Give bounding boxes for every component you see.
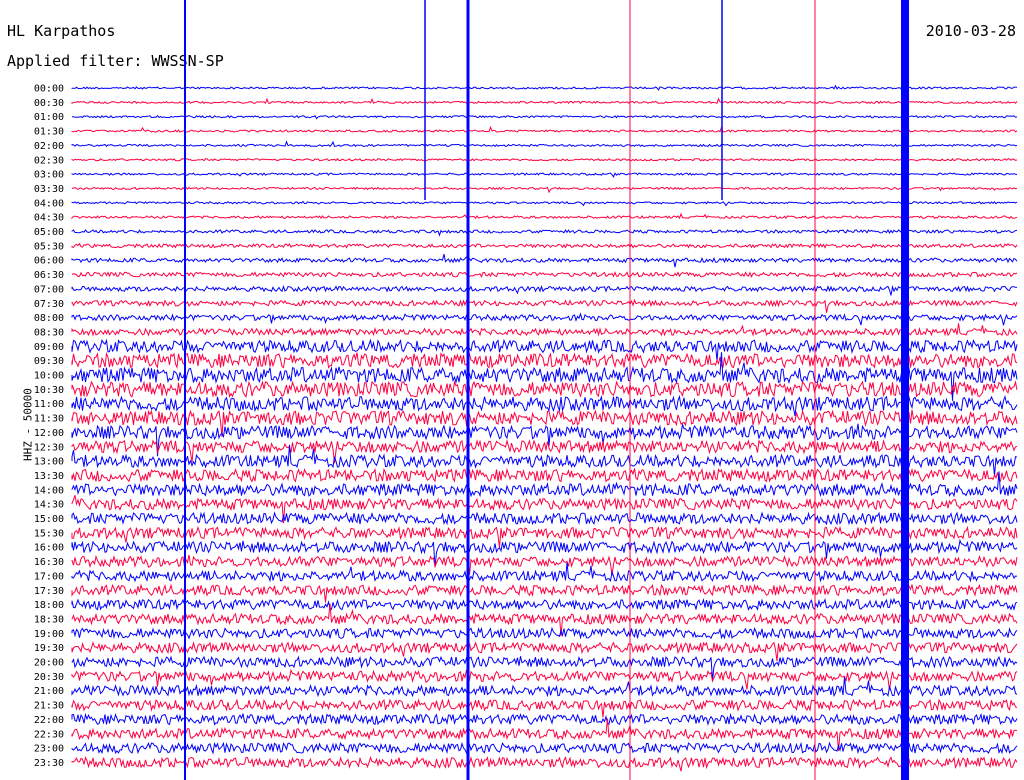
y-tick-label: 02:30: [34, 155, 64, 166]
trace-line: [71, 467, 1018, 483]
trace-line: [71, 677, 1018, 698]
trace-line: [71, 84, 1018, 91]
trace-line: [71, 97, 1018, 105]
trace-line: [71, 323, 1018, 337]
trace-line: [72, 114, 1018, 120]
y-tick-label: 13:30: [34, 471, 64, 482]
y-tick-label: 20:30: [34, 672, 64, 683]
y-tick-label: 16:30: [34, 557, 64, 568]
trace-line: [71, 312, 1018, 326]
trace-line: [71, 200, 1018, 207]
trace-line: [71, 242, 1018, 249]
y-tick-label: 19:30: [34, 643, 64, 654]
trace-line: [71, 755, 1018, 772]
y-tick-label: 03:00: [34, 170, 64, 181]
y-tick-label: 21:00: [34, 686, 64, 697]
y-tick-label: 05:30: [34, 241, 64, 252]
y-tick-label: 04:00: [34, 198, 64, 209]
y-tick-label: 03:30: [34, 184, 64, 195]
trace-line: [71, 597, 1018, 612]
trace-line: [71, 284, 1018, 296]
y-tick-label: 02:00: [34, 141, 64, 152]
y-tick-label: 17:00: [34, 571, 64, 582]
trace-line: [71, 212, 1018, 220]
trace-line: [71, 271, 1018, 278]
trace-line: [71, 298, 1018, 313]
y-tick-label: 00:00: [34, 84, 64, 95]
y-tick-label: 13:00: [34, 457, 64, 468]
y-tick-label: 07:00: [34, 284, 64, 295]
y-tick-label: 14:00: [34, 485, 64, 496]
y-tick-label: 22:00: [34, 715, 64, 726]
y-tick-label: 14:30: [34, 500, 64, 511]
trace-line: [71, 186, 1018, 194]
y-tick-label: 19:00: [34, 629, 64, 640]
y-tick-label: 09:30: [34, 356, 64, 367]
trace-line: [71, 668, 1018, 691]
y-tick-label: 06:00: [34, 256, 64, 267]
trace-line: [71, 712, 1018, 727]
trace-line: [71, 525, 1018, 548]
trace-line: [71, 603, 1018, 637]
y-tick-label: 23:30: [34, 758, 64, 769]
y-tick-label: 18:30: [34, 614, 64, 625]
y-tick-label: 18:00: [34, 600, 64, 611]
trace-line: [71, 698, 1018, 718]
trace-line: [71, 338, 1018, 362]
y-tick-label: 20:00: [34, 658, 64, 669]
y-tick-label: 10:00: [34, 371, 64, 382]
trace-line: [71, 253, 1018, 268]
trace-line: [71, 140, 1018, 148]
y-tick-label: 05:00: [34, 227, 64, 238]
trace-line: [71, 351, 1018, 370]
y-tick-label: 22:30: [34, 729, 64, 740]
trace-line: [71, 511, 1018, 526]
y-tick-label: 00:30: [34, 98, 64, 109]
y-tick-label: 08:00: [34, 313, 64, 324]
y-tick-label: 11:00: [34, 399, 64, 410]
trace-line: [71, 641, 1018, 662]
y-tick-label: 15:00: [34, 514, 64, 525]
y-tick-label: 16:00: [34, 543, 64, 554]
y-tick-label: 12:00: [34, 428, 64, 439]
y-tick-label: 08:30: [34, 327, 64, 338]
y-tick-label: 07:30: [34, 299, 64, 310]
trace-line: [71, 125, 1018, 133]
trace-line: [71, 380, 1018, 399]
y-tick-label: 06:30: [34, 270, 64, 281]
y-tick-label: 12:30: [34, 442, 64, 453]
y-tick-label: 04:30: [34, 213, 64, 224]
trace-line: [71, 741, 1018, 755]
y-tick-label: 23:00: [34, 744, 64, 755]
trace-line: [71, 158, 1018, 162]
trace-line: [71, 626, 1018, 640]
helicorder-plot: 00:00 00:30 01:00 01:30 02:00 02:30 03:00 03:30…: [34, 0, 1018, 780]
y-tick-label: 17:30: [34, 586, 64, 597]
y-tick-label: 21:30: [34, 701, 64, 712]
trace-line: [71, 172, 1018, 178]
y-tick-label: 09:00: [34, 342, 64, 353]
trace-line: [71, 394, 1018, 417]
y-tick-label: 01:00: [34, 112, 64, 123]
y-tick-label: 15:30: [34, 528, 64, 539]
y-tick-label: 10:30: [34, 385, 64, 396]
y-tick-label: 01:30: [34, 127, 64, 138]
y-tick-label: 11:30: [34, 414, 64, 425]
trace-line: [71, 228, 1018, 237]
